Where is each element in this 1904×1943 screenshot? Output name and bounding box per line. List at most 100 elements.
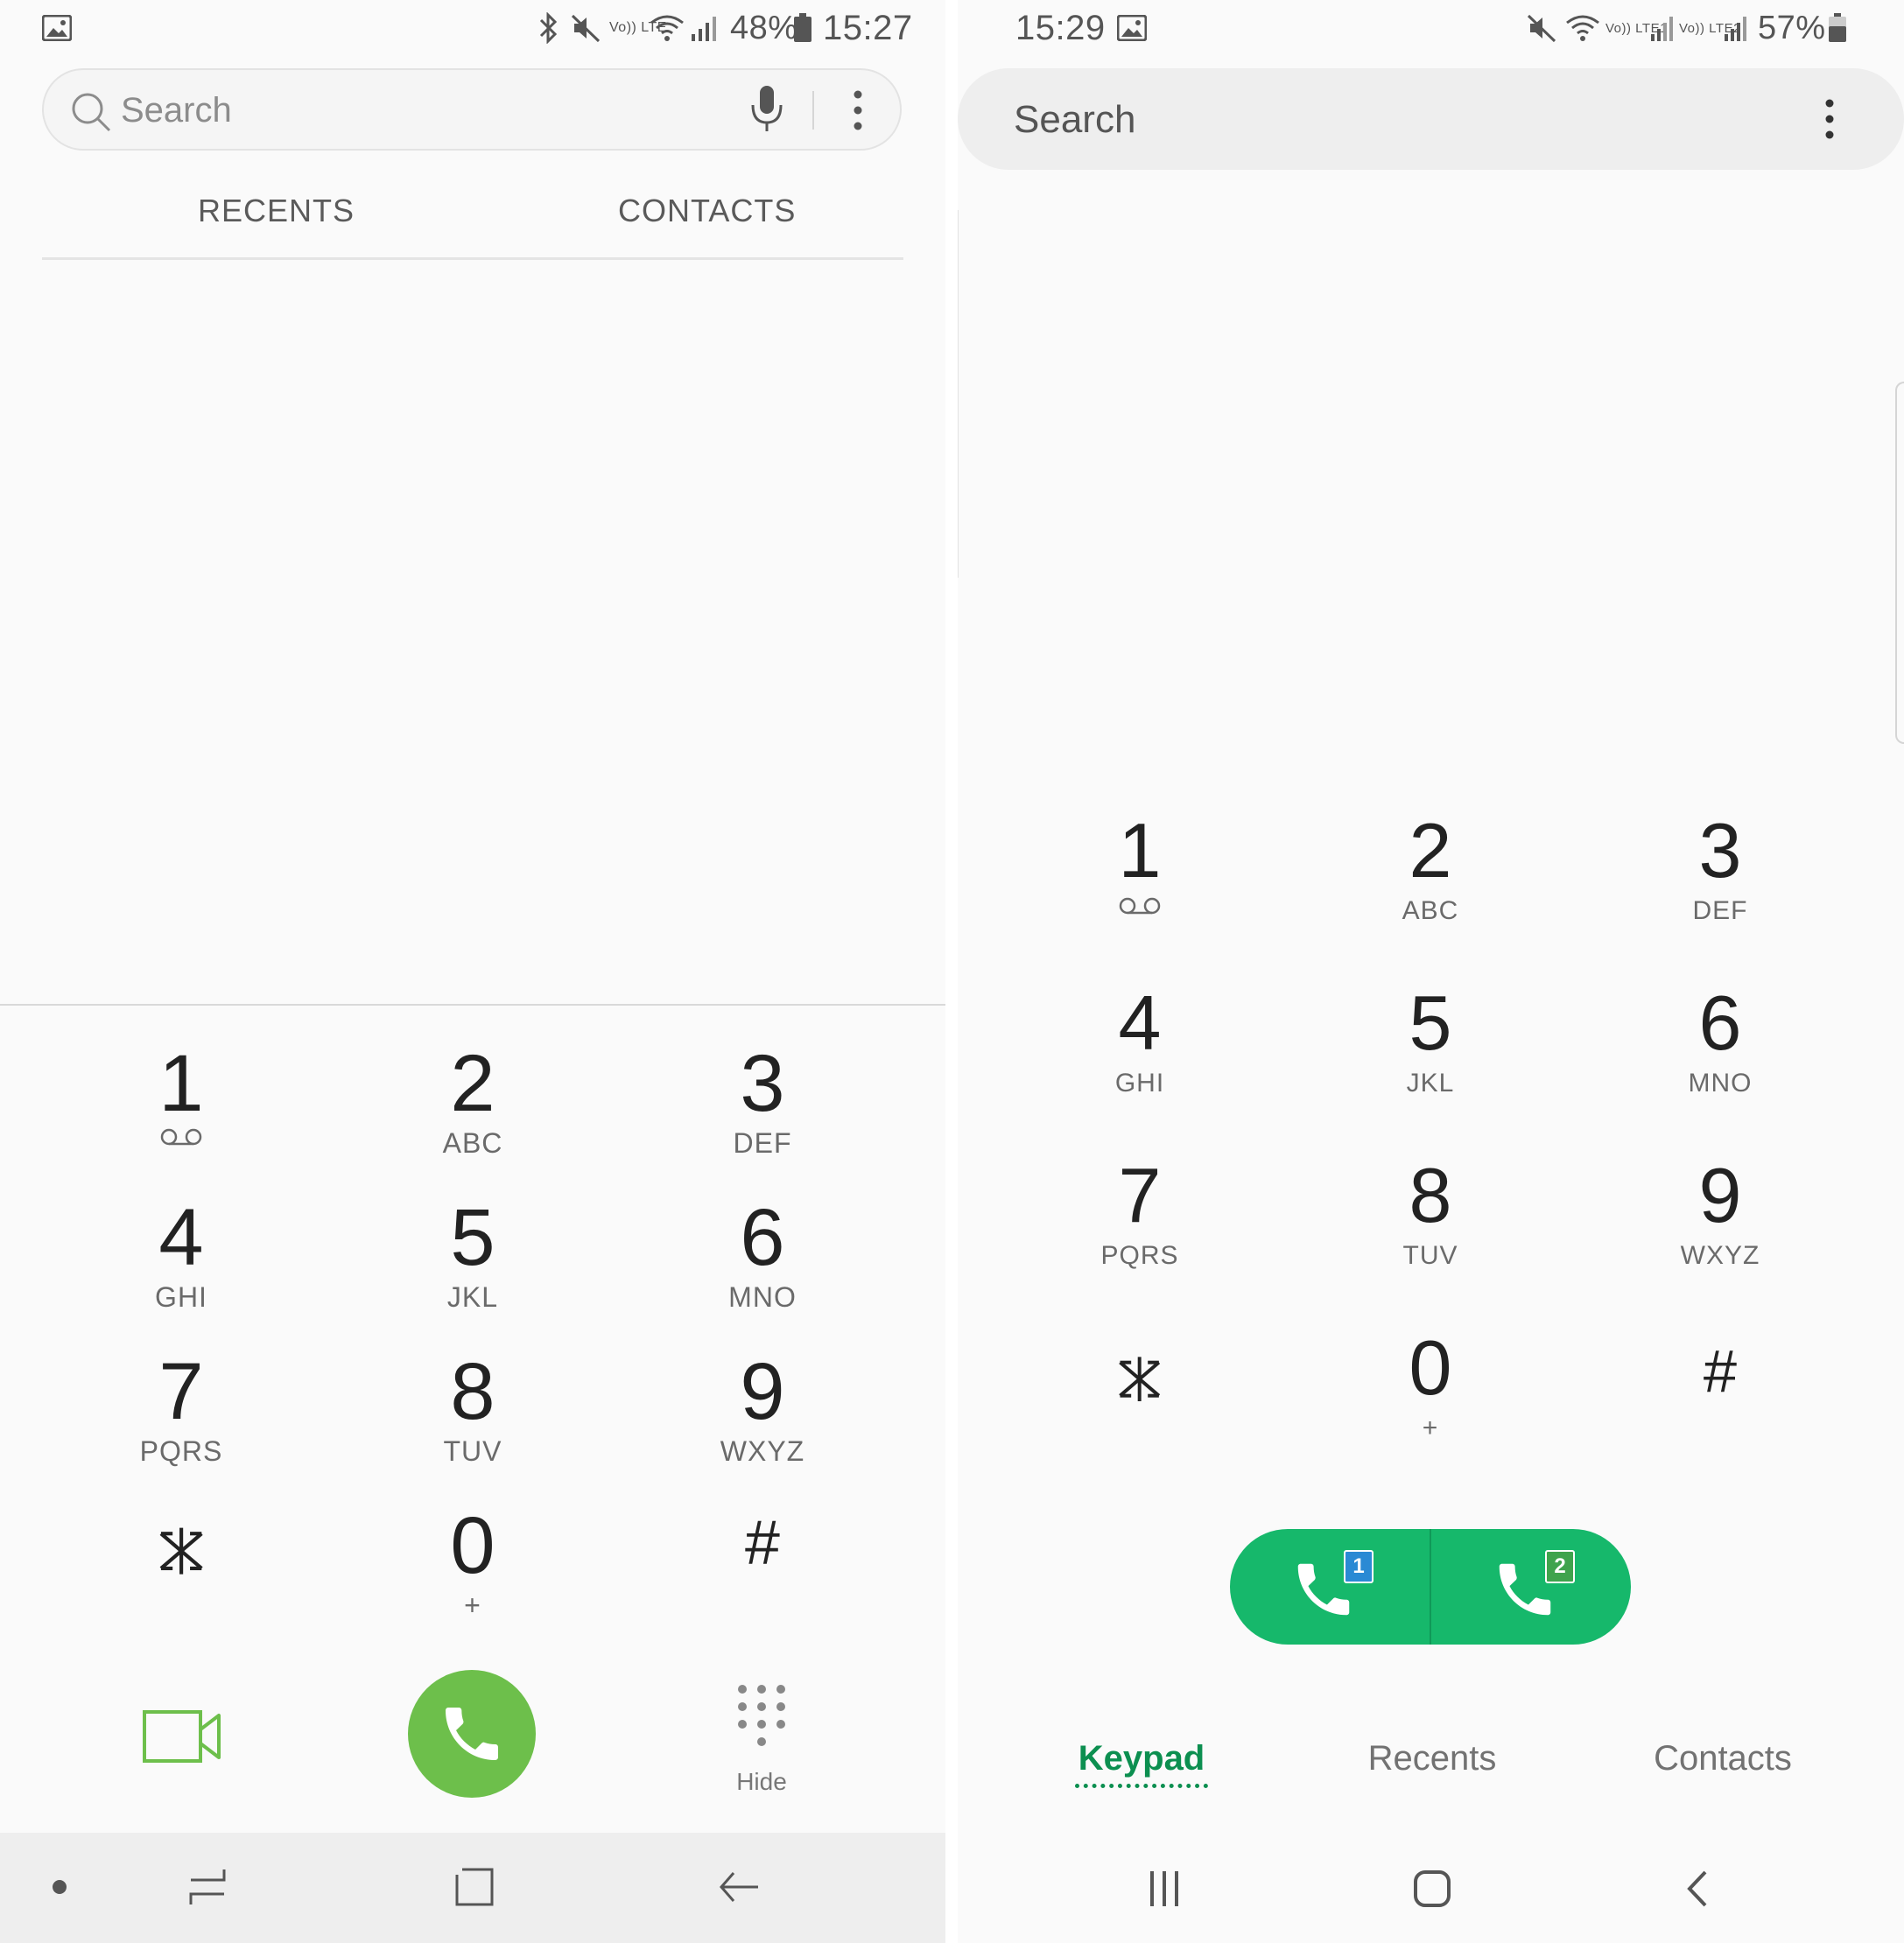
call-button[interactable] — [408, 1670, 536, 1798]
dial-key-8[interactable]: 8 TUV — [1299, 1157, 1562, 1329]
dial-key-8[interactable]: 8 TUV — [341, 1351, 604, 1505]
key-letters: PQRS — [1100, 1241, 1179, 1270]
search-placeholder: Search — [121, 91, 232, 130]
sim2-signal-icon — [1723, 12, 1747, 44]
dial-key-star[interactable] — [50, 1505, 313, 1659]
left-edge-handle — [958, 210, 962, 578]
recent-apps-icon[interactable] — [187, 1866, 229, 1912]
video-call-icon[interactable] — [142, 1708, 222, 1769]
key-digit: 8 — [1409, 1152, 1452, 1238]
sim1-signal-icon — [1649, 12, 1674, 44]
search-bar[interactable]: Search — [42, 68, 902, 151]
dial-key-4[interactable]: 4 GHI — [50, 1197, 313, 1351]
key-letters: GHI — [155, 1281, 207, 1313]
left-dialer-screen: Vo)) LTE 48% 15:27 Search RECENTS CONTAC… — [0, 0, 945, 1943]
key-letters: ABC — [442, 1127, 503, 1159]
dial-key-3[interactable]: 3 DEF — [631, 1043, 894, 1197]
mic-icon[interactable] — [749, 84, 784, 137]
right-navigation-bar — [958, 1838, 1904, 1943]
hide-keypad-button[interactable]: Hide — [709, 1680, 814, 1795]
dial-key-4[interactable]: 4 GHI — [1008, 985, 1271, 1157]
more-options-icon[interactable] — [853, 89, 863, 136]
right-status-bar: 15:29 Vo)) LTE1 Vo)) LTE2 57% — [958, 0, 1904, 56]
key-digit: 5 — [450, 1193, 495, 1282]
sim2-badge: 2 — [1545, 1550, 1575, 1583]
key-letters: WXYZ — [1680, 1241, 1760, 1270]
tab-keypad[interactable]: Keypad — [1010, 1739, 1273, 1778]
tab-contacts[interactable]: CONTACTS — [618, 193, 796, 229]
bluetooth-icon — [537, 12, 560, 44]
key-digit: # — [745, 1508, 780, 1578]
dial-key-1[interactable]: 1 — [1008, 812, 1271, 985]
recent-apps-icon[interactable] — [1147, 1869, 1182, 1912]
key-letters: TUV — [1402, 1241, 1458, 1270]
key-digit: 9 — [740, 1347, 785, 1436]
left-navigation-bar — [0, 1833, 945, 1943]
dial-key-5[interactable]: 5 JKL — [1299, 985, 1562, 1157]
tab-recents[interactable]: RECENTS — [198, 193, 355, 229]
dial-key-star[interactable] — [1008, 1329, 1271, 1502]
search-bar[interactable]: Search — [958, 68, 1904, 170]
key-digit: 8 — [450, 1347, 495, 1436]
nav-dot-icon[interactable] — [53, 1880, 67, 1894]
key-letters: GHI — [1114, 1069, 1165, 1098]
dial-key-hash[interactable]: # — [1589, 1329, 1851, 1502]
active-tab-indicator — [1075, 1784, 1208, 1788]
voicemail-icon — [1008, 896, 1271, 920]
dial-key-7[interactable]: 7 PQRS — [50, 1351, 313, 1505]
dial-key-2[interactable]: 2 ABC — [341, 1043, 604, 1197]
search-icon — [70, 91, 112, 137]
wifi-icon — [650, 12, 685, 44]
key-digit: 0 — [1409, 1324, 1452, 1411]
back-icon[interactable] — [1684, 1869, 1711, 1912]
phone-icon — [437, 1699, 507, 1773]
dial-key-6[interactable]: 6 MNO — [1589, 985, 1851, 1157]
home-icon[interactable] — [453, 1866, 495, 1912]
mute-icon — [571, 12, 601, 44]
dial-key-0[interactable]: 0 + — [341, 1505, 604, 1659]
key-letters: ABC — [1402, 896, 1459, 925]
mute-icon — [1527, 12, 1556, 44]
dial-key-5[interactable]: 5 JKL — [341, 1197, 604, 1351]
call-sim2-button[interactable]: 2 — [1431, 1529, 1631, 1645]
key-letters: + — [464, 1589, 481, 1621]
key-digit: 3 — [740, 1039, 785, 1128]
hide-label: Hide — [736, 1768, 787, 1795]
wifi-icon — [1565, 12, 1600, 44]
key-digit: # — [1703, 1337, 1738, 1405]
dial-key-hash[interactable]: # — [631, 1505, 894, 1659]
key-digit: 2 — [450, 1039, 495, 1128]
signal-icon — [690, 12, 718, 44]
call-sim1-button[interactable]: 1 — [1230, 1529, 1430, 1645]
key-letters: PQRS — [139, 1435, 223, 1467]
top-tabs: RECENTS CONTACTS — [42, 175, 903, 260]
key-letters: MNO — [1688, 1069, 1753, 1098]
key-digit: 3 — [1698, 807, 1742, 894]
clock: 15:27 — [823, 8, 913, 47]
dial-key-2[interactable]: 2 ABC — [1299, 812, 1562, 985]
edge-panel-handle[interactable] — [1895, 382, 1904, 744]
home-icon[interactable] — [1413, 1869, 1451, 1912]
key-letters: WXYZ — [720, 1435, 805, 1467]
gallery-notification-icon — [1117, 12, 1147, 44]
dial-key-3[interactable]: 3 DEF — [1589, 812, 1851, 985]
dial-key-0[interactable]: 0 + — [1299, 1329, 1562, 1502]
tab-recents[interactable]: Recents — [1301, 1739, 1563, 1778]
dial-key-9[interactable]: 9 WXYZ — [1589, 1157, 1851, 1329]
keypad-grid-icon — [737, 1684, 786, 1758]
back-icon[interactable] — [718, 1866, 760, 1912]
asterisk-icon — [1008, 1329, 1271, 1419]
dial-key-9[interactable]: 9 WXYZ — [631, 1351, 894, 1505]
dial-key-1[interactable]: 1 — [50, 1043, 313, 1197]
dial-key-6[interactable]: 6 MNO — [631, 1197, 894, 1351]
dial-key-7[interactable]: 7 PQRS — [1008, 1157, 1271, 1329]
asterisk-icon — [50, 1505, 313, 1593]
battery-percent: 48% — [730, 9, 798, 46]
tab-contacts[interactable]: Contacts — [1591, 1739, 1854, 1778]
key-letters: + — [1422, 1413, 1439, 1442]
screenshot-divider — [945, 0, 958, 1943]
key-digit: 0 — [450, 1501, 495, 1590]
voicemail-icon — [50, 1127, 313, 1151]
right-dialer-screen: 15:29 Vo)) LTE1 Vo)) LTE2 57% Search 12A… — [958, 0, 1904, 1943]
more-options-icon[interactable] — [1824, 98, 1835, 144]
